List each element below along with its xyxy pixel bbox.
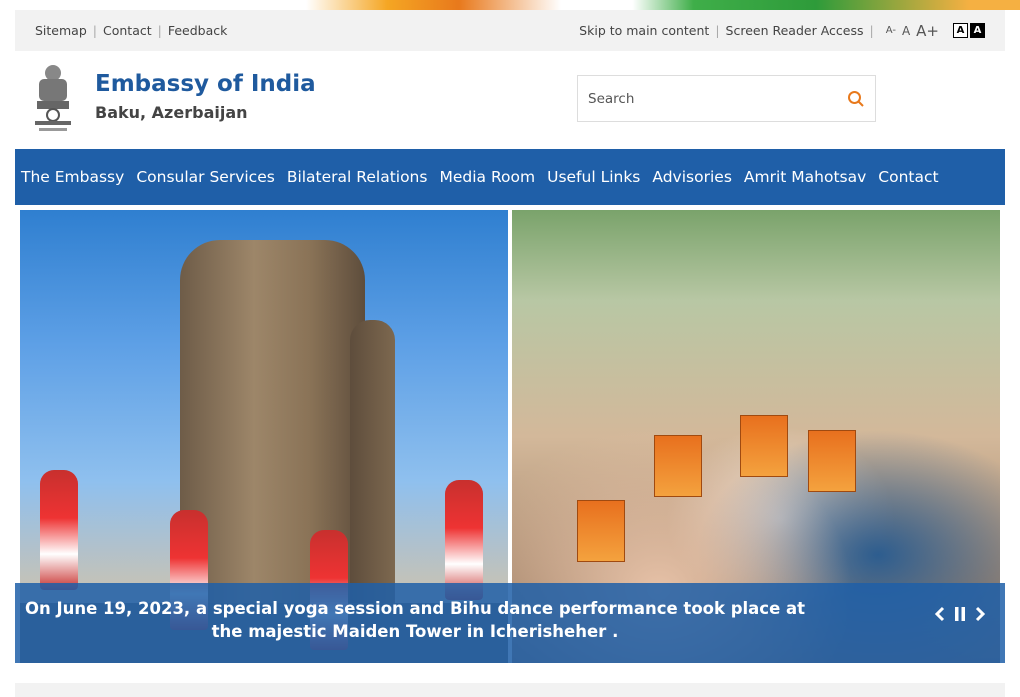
slide-caption: On June 19, 2023, a special yoga session… (24, 599, 806, 641)
section-header-strip (15, 683, 1005, 697)
separator: | (92, 23, 97, 38)
search-box (577, 75, 876, 122)
national-emblem-icon[interactable] (33, 63, 73, 135)
site-subtitle: Baku, Azerbaijan (95, 103, 248, 122)
nav-item-the-embassy[interactable]: The Embassy (21, 168, 124, 186)
contact-link[interactable]: Contact (103, 23, 152, 38)
nav-item-contact[interactable]: Contact (878, 168, 938, 186)
dark-contrast-button[interactable]: A (970, 23, 985, 38)
dancer-figure (40, 470, 78, 590)
tower-buttress (350, 320, 395, 610)
utility-links: Sitemap | Contact | Feedback (35, 23, 227, 38)
next-slide-icon[interactable] (973, 603, 987, 625)
yoga-book (808, 430, 856, 492)
font-increase-button[interactable]: A+ (916, 22, 939, 40)
font-normal-button[interactable]: A (902, 24, 910, 38)
hero-slider: On June 19, 2023, a special yoga session… (15, 205, 1005, 663)
yoga-book (740, 415, 788, 477)
nav-item-media-room[interactable]: Media Room (439, 168, 535, 186)
dancer-figure (445, 480, 483, 600)
sitemap-link[interactable]: Sitemap (35, 23, 87, 38)
yoga-book (577, 500, 625, 562)
accessibility-tools: Skip to main content | Screen Reader Acc… (579, 22, 985, 40)
main-nav: The Embassy Consular Services Bilateral … (15, 149, 1005, 205)
search-input[interactable] (588, 90, 847, 107)
search-icon[interactable] (847, 90, 865, 108)
nav-item-consular-services[interactable]: Consular Services (136, 168, 275, 186)
skip-to-content-link[interactable]: Skip to main content (579, 23, 709, 38)
font-decrease-button[interactable]: A- (886, 25, 896, 36)
light-contrast-button[interactable]: A (953, 23, 968, 38)
nav-item-bilateral-relations[interactable]: Bilateral Relations (287, 168, 428, 186)
separator: | (157, 23, 162, 38)
yoga-book (654, 435, 702, 497)
slider-controls (933, 603, 987, 625)
previous-slide-icon[interactable] (933, 603, 947, 625)
contrast-toggle: A A (953, 23, 985, 38)
tricolor-band (0, 0, 1020, 10)
screen-reader-link[interactable]: Screen Reader Access (726, 23, 864, 38)
site-title[interactable]: Embassy of India (95, 71, 316, 97)
separator: | (869, 23, 874, 38)
utility-bar: Sitemap | Contact | Feedback Skip to mai… (15, 10, 1005, 51)
separator: | (715, 23, 720, 38)
pause-icon[interactable] (953, 603, 967, 625)
site-header: Embassy of India Baku, Azerbaijan (15, 51, 1005, 149)
feedback-link[interactable]: Feedback (168, 23, 228, 38)
nav-item-advisories[interactable]: Advisories (652, 168, 732, 186)
nav-item-useful-links[interactable]: Useful Links (547, 168, 640, 186)
nav-item-amrit-mahotsav[interactable]: Amrit Mahotsav (744, 168, 866, 186)
